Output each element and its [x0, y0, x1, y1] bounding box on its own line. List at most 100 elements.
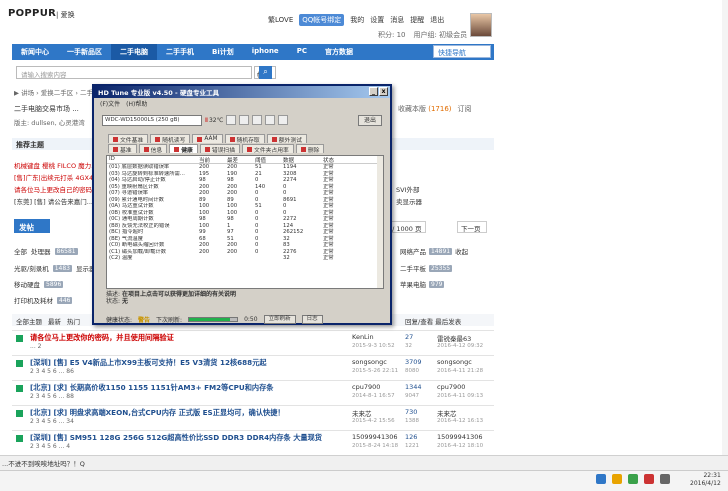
menu-help[interactable]: (H)帮助: [126, 99, 147, 108]
thread-pages[interactable]: ... 2: [30, 343, 41, 350]
thread-replies[interactable]: 27: [405, 333, 413, 341]
minimize-icon[interactable]: _: [369, 87, 378, 96]
thread-last-poster[interactable]: 15099941306: [437, 433, 483, 441]
user-link-logout[interactable]: 退出: [430, 15, 444, 25]
tab-aam[interactable]: AAM: [192, 134, 223, 143]
save-icon[interactable]: [239, 115, 250, 125]
taskbar-app-icon[interactable]: [644, 474, 654, 484]
col-threshold[interactable]: 阈值: [255, 156, 283, 164]
screenshot-icon[interactable]: [252, 115, 263, 125]
user-link-messages[interactable]: 消息: [390, 15, 404, 25]
cat-mac[interactable]: 苹果电脑: [400, 279, 426, 289]
pinned-line[interactable]: 请各位马上更改自己的密码...: [14, 184, 98, 194]
pinned-right[interactable]: SVI外部: [396, 184, 420, 194]
qq-bind-button[interactable]: QQ帐号绑定: [299, 14, 345, 26]
nav-official[interactable]: 官方数据: [316, 44, 362, 60]
taskbar-app-icon[interactable]: [660, 474, 670, 484]
avatar[interactable]: [470, 13, 492, 37]
next-page-button[interactable]: 下一页: [457, 221, 487, 233]
exit-button[interactable]: 退出: [358, 115, 382, 126]
cat-optical[interactable]: 光驱/刻录机: [14, 263, 49, 273]
table-row[interactable]: [北京] [求] 明盘求高端XEON,台式CPU内存 正式版 ES正显均可，确认…: [12, 405, 494, 427]
thread-author[interactable]: 15099941306: [352, 433, 398, 441]
taskbar-app-icon[interactable]: [628, 474, 638, 484]
nav-iphone[interactable]: iphone: [243, 44, 288, 60]
tab-health[interactable]: 健康: [169, 144, 198, 154]
search-button[interactable]: ⌕: [259, 66, 272, 79]
thread-last-poster[interactable]: 未来芯: [437, 408, 457, 418]
page-scrollbar[interactable]: [722, 0, 728, 455]
menu-file[interactable]: (F)文件: [100, 99, 120, 108]
thread-last-poster[interactable]: songsongc: [437, 358, 472, 366]
thread-title[interactable]: [北京] [求] 明盘求高端XEON,台式CPU内存 正式版 ES正显均可，确认…: [30, 408, 285, 418]
close-icon[interactable]: x: [379, 87, 388, 96]
quick-nav-dropdown[interactable]: 快捷导航: [433, 45, 491, 58]
smart-table-scrollbar[interactable]: [377, 156, 383, 288]
thread-last-poster[interactable]: 雷锐秦最63: [437, 333, 471, 343]
username-link[interactable]: 繁LOVE: [268, 15, 293, 25]
thread-pages[interactable]: 2 3 4 5 6 ... 88: [30, 393, 74, 400]
filter-all[interactable]: 全部主题: [16, 316, 42, 326]
thread-replies[interactable]: 126: [405, 433, 417, 441]
filter-latest[interactable]: 最新: [48, 316, 61, 326]
user-link-my[interactable]: 我的: [350, 15, 364, 25]
thread-title[interactable]: [深圳] [售] SM951 128G 256G 512G超高性价比SSD DD…: [30, 433, 322, 443]
nav-bi-plan[interactable]: Bi计划: [203, 44, 243, 60]
system-clock[interactable]: 22:31 2016/4/12: [690, 472, 721, 488]
tab-erase[interactable]: 删除: [295, 144, 325, 154]
thread-title[interactable]: 请各位马上更改你的密码，并且使用间隔验证: [30, 333, 174, 343]
page-goto[interactable]: / 1000 页: [388, 221, 426, 233]
pinned-line[interactable]: [东莞] [售] 请公告来嘉门...: [14, 196, 93, 206]
col-data[interactable]: 数据: [283, 156, 323, 164]
thread-pages[interactable]: 2 3 4 5 6 ... 34: [30, 418, 74, 425]
thread-title[interactable]: [北京] [求] 长期高价收1150 1155 1151针AM3+ FM2等CP…: [30, 383, 273, 393]
col-worst[interactable]: 最差: [227, 156, 255, 164]
nav-new-products[interactable]: 一手新品区: [58, 44, 111, 60]
tab-folder-usage[interactable]: 文件夹占用率: [242, 144, 294, 154]
thread-author[interactable]: cpu7900: [352, 383, 380, 391]
table-row[interactable]: [深圳] [售] E5 V4新品上市X99主板可支持！E5 V3清货 12核68…: [12, 355, 494, 377]
favorite-forum-button[interactable]: 收藏本版 (1716): [398, 104, 452, 114]
user-link-alerts[interactable]: 提醒: [410, 15, 424, 25]
table-row[interactable]: 请各位马上更改你的密码，并且使用间隔验证 ... 2 KenLin 2015-9…: [12, 330, 494, 352]
col-current[interactable]: 当前: [199, 156, 227, 164]
log-button[interactable]: 日志: [301, 314, 323, 324]
pinned-right[interactable]: 卖显示器: [396, 196, 422, 206]
tab-random-rw[interactable]: 随机读写: [150, 134, 191, 144]
table-row[interactable]: [深圳] [售] SM951 128G 256G 512G超高性价比SSD DD…: [12, 430, 494, 452]
thread-author[interactable]: songsongc: [352, 358, 387, 366]
smart-row[interactable]: (C2) 温度 32 正常: [107, 255, 383, 262]
user-link-settings[interactable]: 设置: [370, 15, 384, 25]
cat-all[interactable]: 全部: [14, 246, 27, 256]
cat-tablet[interactable]: 二手平板: [400, 263, 426, 273]
refresh-now-button[interactable]: 立即刷新: [263, 314, 296, 324]
rss-subscribe-link[interactable]: 订阅: [458, 104, 472, 114]
tab-random-access[interactable]: 随机存取: [224, 134, 265, 144]
nav-news[interactable]: 新闻中心: [12, 44, 58, 60]
nav-pc[interactable]: PC: [288, 44, 316, 60]
collapse-link[interactable]: 收起: [455, 246, 468, 256]
col-id[interactable]: ID: [107, 156, 199, 163]
taskbar-app-icon[interactable]: [596, 474, 606, 484]
nav-used-pc[interactable]: 二手电脑: [111, 44, 157, 60]
options-icon[interactable]: [265, 115, 276, 125]
tab-info[interactable]: 信息: [138, 144, 168, 154]
user-group[interactable]: 用户组: 初级会员: [414, 30, 468, 40]
taskbar-app-icon[interactable]: [612, 474, 622, 484]
thread-title[interactable]: [深圳] [售] E5 V4新品上市X99主板可支持！E5 V3清货 12核68…: [30, 358, 267, 368]
breadcrumb[interactable]: ▶ 讲场 › 爱换二手区 › 二手电: [14, 87, 100, 97]
copy-icon[interactable]: [226, 115, 237, 125]
user-points[interactable]: 积分: 10: [378, 30, 406, 40]
search-input[interactable]: 请输入搜索内容: [16, 66, 252, 79]
thread-replies[interactable]: 1344: [405, 383, 422, 391]
cat-mobile-hdd[interactable]: 移动硬盘: [14, 279, 40, 289]
thread-pages[interactable]: 2 3 4 5 6 ... 4: [30, 443, 70, 450]
thread-author[interactable]: 未来芯: [352, 408, 372, 418]
tab-file-benchmark[interactable]: 文件基准: [108, 134, 149, 144]
tab-extra-tests[interactable]: 额外测试: [266, 134, 307, 144]
thread-author[interactable]: KenLin: [352, 333, 374, 341]
forum-moderators[interactable]: 版主: dullsen, 心灵港湾: [14, 117, 85, 127]
cat-network[interactable]: 网络产品: [400, 246, 426, 256]
pinned-line[interactable]: 机械键盘 樱桃 FILCO 魔力...: [14, 160, 97, 170]
thread-replies[interactable]: 3709: [405, 358, 422, 366]
